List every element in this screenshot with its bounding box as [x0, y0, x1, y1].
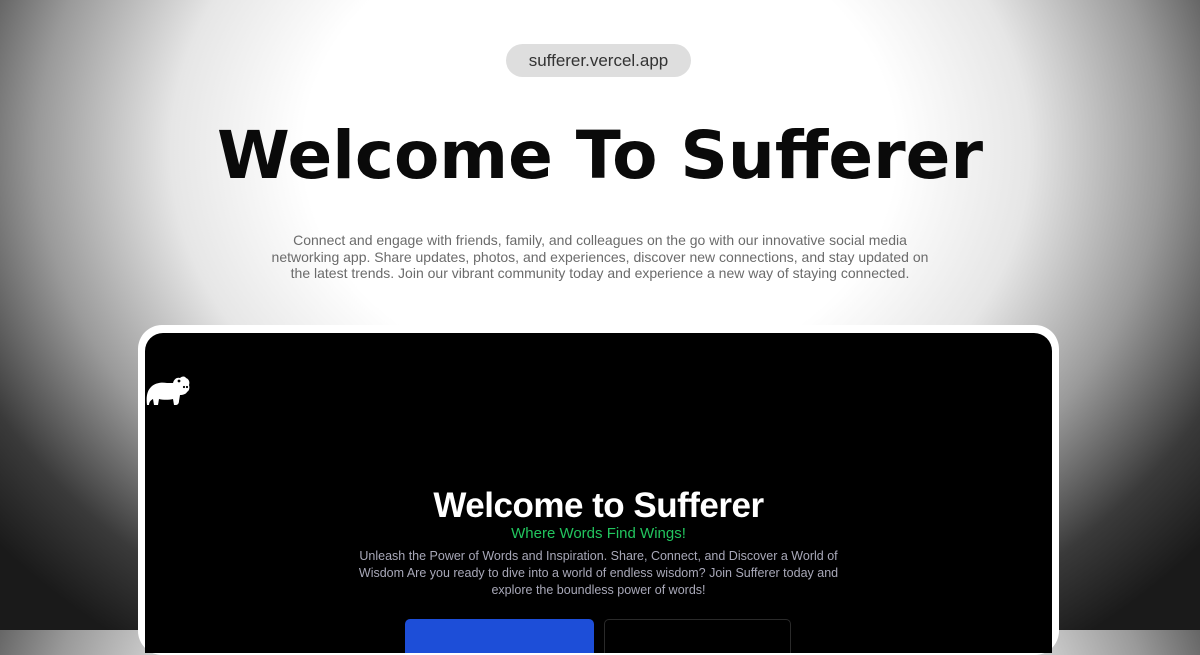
app-preview: Welcome to Sufferer Where Words Find Win… — [145, 333, 1052, 653]
hero-description: Unleash the Power of Words and Inspirati… — [358, 549, 839, 597]
url-badge: sufferer.vercel.app — [506, 44, 691, 77]
hero-tagline: Where Words Find Wings! — [511, 525, 686, 542]
page-description: Connect and engage with friends, family,… — [271, 232, 929, 281]
hero-heading: Welcome to Sufferer — [433, 486, 764, 525]
hippo-icon[interactable] — [145, 375, 191, 409]
primary-button[interactable] — [405, 619, 594, 653]
secondary-button[interactable] — [604, 619, 791, 653]
page-title: Welcome To Sufferer — [217, 117, 983, 194]
